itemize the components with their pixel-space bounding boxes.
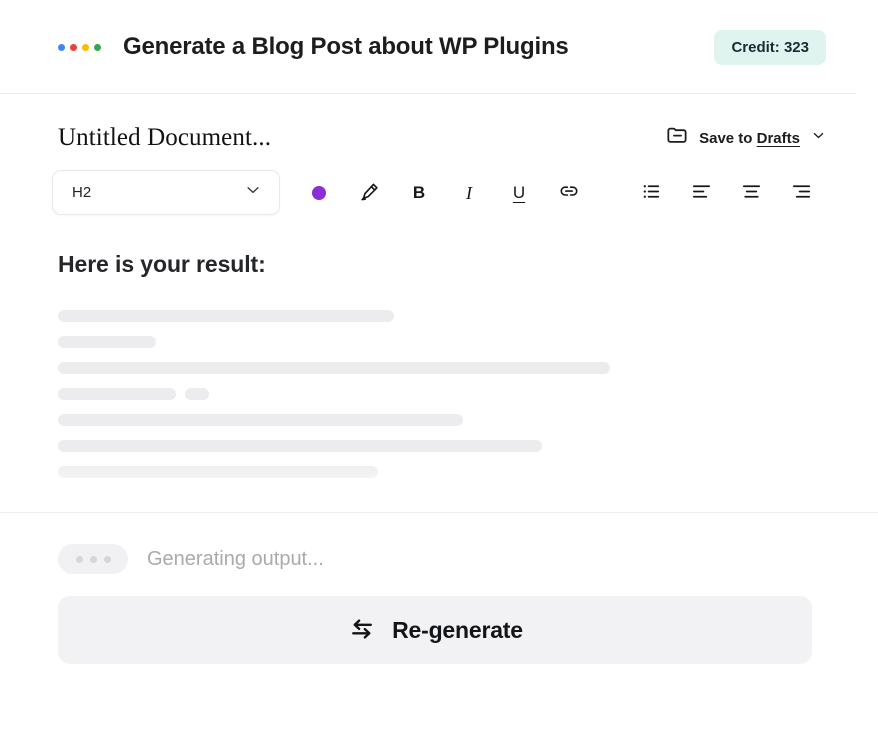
skeleton-bar — [58, 388, 176, 400]
skeleton-row — [58, 362, 826, 374]
skeleton-row — [58, 310, 826, 322]
generating-status-row: Generating output... — [58, 539, 826, 579]
result-area: Here is your result: — [0, 215, 878, 513]
skeleton-row — [58, 414, 826, 426]
chevron-down-icon — [244, 181, 262, 204]
text-style-select[interactable]: H2 — [52, 170, 280, 215]
save-to-drafts-label: Save to Drafts — [699, 130, 800, 147]
loading-skeleton — [58, 310, 826, 478]
section-divider — [0, 512, 878, 513]
link-icon — [557, 179, 581, 206]
skeleton-row — [58, 336, 826, 348]
color-circle-icon — [312, 186, 326, 200]
regenerate-label: Re-generate — [392, 617, 523, 644]
bold-button[interactable]: B — [394, 173, 444, 213]
bullet-list-button[interactable] — [626, 173, 676, 213]
result-heading: Here is your result: — [58, 251, 826, 278]
toolbar-buttons: B I U — [280, 173, 826, 213]
document-title[interactable]: Untitled Document... — [58, 124, 271, 152]
editor-toolbar: H2 — [0, 156, 878, 215]
footer-area: Generating output... Re-generate — [0, 513, 878, 664]
skeleton-row — [58, 466, 826, 478]
typing-dot-icon — [104, 556, 111, 563]
app-header: Generate a Blog Post about WP Plugins Cr… — [0, 0, 878, 94]
brand-logo — [58, 44, 101, 51]
logo-dot-blue-icon — [58, 44, 65, 51]
highlighter-button[interactable] — [344, 173, 394, 213]
bullet-list-icon — [640, 180, 663, 206]
text-style-value: H2 — [72, 184, 91, 201]
align-left-icon — [690, 180, 713, 206]
link-button[interactable] — [544, 173, 594, 213]
skeleton-row — [58, 388, 826, 400]
save-target-label[interactable]: Drafts — [757, 130, 800, 147]
toolbar-format-group: B I U — [294, 173, 594, 213]
align-right-icon — [790, 180, 813, 206]
app-window: Generate a Blog Post about WP Plugins Cr… — [0, 0, 878, 748]
logo-dot-red-icon — [70, 44, 77, 51]
italic-button[interactable]: I — [444, 173, 494, 213]
page-title: Generate a Blog Post about WP Plugins — [123, 33, 569, 61]
toolbar-align-group — [626, 173, 826, 213]
chevron-down-icon[interactable] — [811, 128, 826, 148]
logo-dot-yellow-icon — [82, 44, 89, 51]
skeleton-bar — [58, 466, 378, 478]
align-left-button[interactable] — [676, 173, 726, 213]
align-center-icon — [740, 180, 763, 206]
align-right-button[interactable] — [776, 173, 826, 213]
skeleton-bar — [58, 310, 394, 322]
save-to-drafts-control[interactable]: Save to Drafts — [665, 123, 826, 153]
credit-badge: Credit: 323 — [714, 30, 826, 65]
typing-dot-icon — [76, 556, 83, 563]
skeleton-row — [58, 440, 826, 452]
skeleton-bar — [58, 336, 156, 348]
bold-icon: B — [413, 184, 425, 201]
skeleton-bar — [185, 388, 209, 400]
underline-button[interactable]: U — [494, 173, 544, 213]
typing-dot-icon — [90, 556, 97, 563]
folder-minus-icon — [665, 123, 690, 153]
skeleton-bar — [58, 440, 542, 452]
swap-arrows-icon — [347, 614, 377, 647]
logo-dot-green-icon — [94, 44, 101, 51]
highlighter-pen-icon — [358, 180, 381, 206]
document-bar: Untitled Document... Save to Drafts — [0, 94, 878, 156]
text-color-button[interactable] — [294, 173, 344, 213]
typing-indicator — [58, 544, 128, 574]
regenerate-button[interactable]: Re-generate — [58, 596, 812, 664]
italic-icon: I — [466, 184, 472, 202]
skeleton-bar — [58, 414, 463, 426]
generating-status-text: Generating output... — [147, 548, 324, 571]
save-prefix-label: Save to — [699, 130, 752, 147]
align-center-button[interactable] — [726, 173, 776, 213]
underline-icon: U — [513, 184, 525, 201]
skeleton-bar — [58, 362, 610, 374]
